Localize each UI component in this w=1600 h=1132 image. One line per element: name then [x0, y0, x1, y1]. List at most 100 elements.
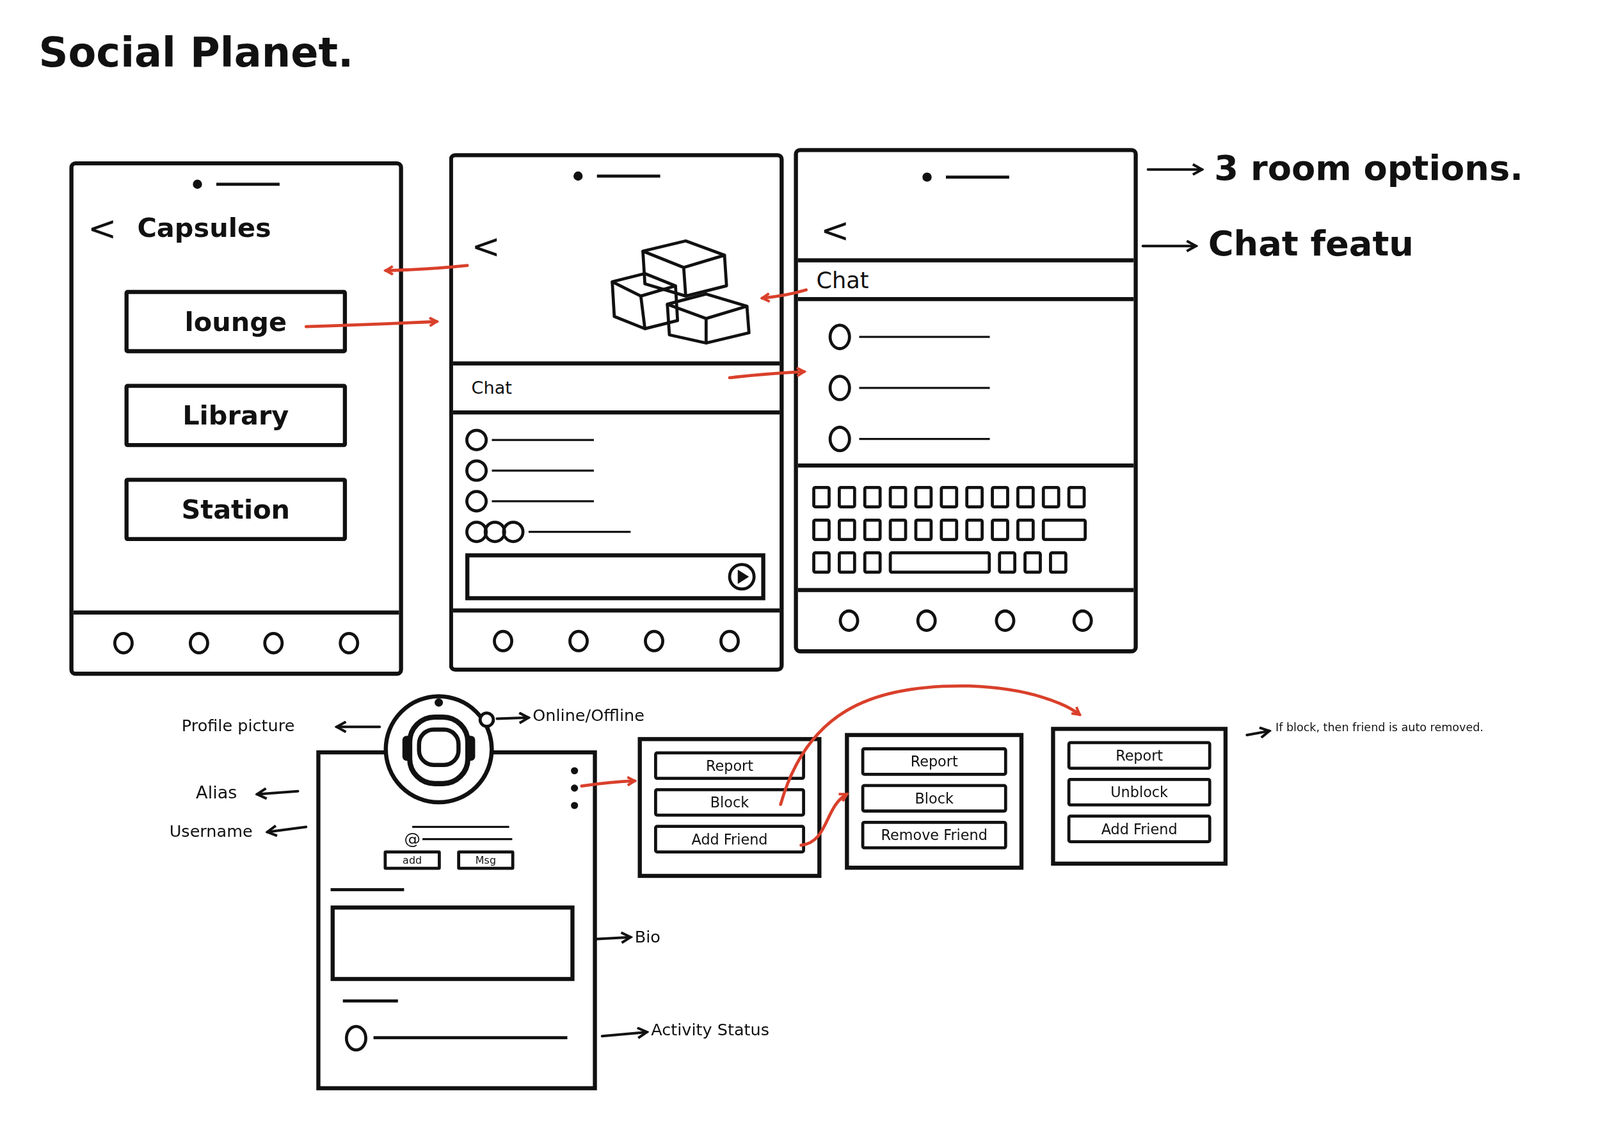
- nav-button[interactable]: [263, 631, 285, 655]
- avatar-icon: [465, 489, 488, 512]
- chat-label: Chat: [453, 365, 780, 415]
- username-prefix: @: [403, 829, 421, 848]
- message-line: [492, 469, 594, 472]
- key[interactable]: [863, 551, 882, 574]
- back-button[interactable]: <: [820, 212, 850, 248]
- message-line: [492, 439, 594, 441]
- key[interactable]: [965, 485, 984, 509]
- key[interactable]: [1016, 518, 1035, 541]
- menu-item[interactable]: Block: [861, 783, 1008, 813]
- key[interactable]: [837, 518, 857, 541]
- back-button[interactable]: <: [87, 209, 117, 245]
- key[interactable]: [812, 485, 831, 509]
- bottom-nav: [798, 587, 1135, 649]
- key[interactable]: [914, 485, 934, 509]
- section-heading: [330, 887, 405, 891]
- key[interactable]: [837, 485, 857, 509]
- menu-item[interactable]: Unblock: [1067, 777, 1212, 807]
- screen-header: <Capsules: [73, 202, 400, 254]
- nav-button[interactable]: [1072, 609, 1094, 632]
- room-header: <: [453, 193, 780, 366]
- avatar-icon: [501, 520, 525, 543]
- key[interactable]: [1048, 551, 1068, 574]
- key[interactable]: [939, 518, 959, 541]
- profile-button[interactable]: Msg: [456, 849, 514, 869]
- nav-button[interactable]: [643, 629, 665, 653]
- menu-item[interactable]: Remove Friend: [861, 820, 1008, 850]
- room-button[interactable]: Library: [124, 383, 348, 447]
- options-menu: Report Unblock Add Friend: [1050, 726, 1228, 866]
- key[interactable]: [1041, 485, 1061, 509]
- bottom-nav: [453, 608, 780, 670]
- key[interactable]: [863, 485, 882, 509]
- alias-label: Alias: [195, 781, 237, 802]
- phone-notch: [73, 165, 400, 202]
- activity-row: [344, 1024, 575, 1051]
- phone-notch: [453, 157, 780, 194]
- key[interactable]: [863, 518, 882, 541]
- room-button[interactable]: lounge: [124, 289, 348, 354]
- astronaut-avatar-icon[interactable]: [381, 691, 496, 807]
- profile-button[interactable]: add: [383, 849, 441, 869]
- bio-label: Bio: [634, 926, 661, 946]
- key[interactable]: [965, 518, 984, 541]
- key[interactable]: [1023, 551, 1042, 574]
- message-row: [465, 458, 766, 482]
- key[interactable]: [812, 518, 831, 541]
- more-options-icon[interactable]: [569, 765, 580, 811]
- key[interactable]: [997, 551, 1017, 574]
- nav-button[interactable]: [994, 609, 1016, 632]
- key[interactable]: [837, 551, 857, 574]
- message-row: [828, 374, 1114, 401]
- message-list: [798, 300, 1135, 464]
- phone-notch: [798, 152, 1135, 202]
- nav-button[interactable]: [568, 629, 589, 653]
- avatar-icon: [828, 374, 852, 401]
- key[interactable]: [1067, 485, 1087, 509]
- section-heading: [343, 998, 399, 1002]
- menu-item[interactable]: Add Friend: [1067, 814, 1212, 843]
- message-input[interactable]: [465, 552, 766, 600]
- message-row: [828, 323, 1114, 350]
- nav-button[interactable]: [492, 629, 514, 653]
- nav-button[interactable]: [188, 631, 209, 655]
- key[interactable]: [1016, 485, 1035, 509]
- bottom-nav: [73, 609, 400, 672]
- key[interactable]: [914, 518, 934, 541]
- room-boxes-icon: [604, 232, 758, 345]
- profile-picture-label: Profile picture: [181, 715, 296, 735]
- nav-button[interactable]: [839, 609, 860, 632]
- profile-actions: add Msg: [383, 849, 575, 869]
- nav-button[interactable]: [113, 631, 134, 655]
- key[interactable]: [888, 551, 991, 574]
- canvas: Social Planet.<CapsulesloungeLibraryStat…: [0, 0, 1600, 1132]
- key[interactable]: [888, 518, 908, 541]
- capsules-screen: <Capsules lounge Library Station: [69, 161, 403, 676]
- send-icon[interactable]: [726, 561, 758, 592]
- key[interactable]: [888, 485, 908, 509]
- room-button[interactable]: Station: [124, 477, 348, 541]
- avatar-icon: [828, 425, 852, 452]
- key-row: [812, 518, 1126, 541]
- nav-button[interactable]: [719, 629, 740, 653]
- message-line: [858, 386, 990, 389]
- back-button[interactable]: <: [471, 228, 501, 264]
- options-menu: Report Block Add Friend: [638, 736, 822, 878]
- key[interactable]: [990, 518, 1010, 541]
- menu-item[interactable]: Report: [1067, 741, 1212, 770]
- alias-line: [412, 825, 509, 828]
- menu-item[interactable]: Report: [654, 750, 806, 780]
- message-row: [465, 428, 766, 452]
- key-row: [812, 485, 1126, 509]
- message-line: [528, 530, 631, 533]
- nav-button[interactable]: [339, 631, 360, 655]
- key[interactable]: [939, 485, 959, 509]
- key[interactable]: [812, 551, 831, 574]
- menu-item[interactable]: Report: [861, 746, 1008, 776]
- nav-button[interactable]: [916, 609, 937, 632]
- key[interactable]: [990, 485, 1010, 509]
- room-options-note: 3 room options.: [1214, 147, 1523, 189]
- menu-item[interactable]: Block: [654, 787, 806, 817]
- key[interactable]: [1041, 518, 1087, 541]
- menu-item[interactable]: Add Friend: [654, 824, 806, 854]
